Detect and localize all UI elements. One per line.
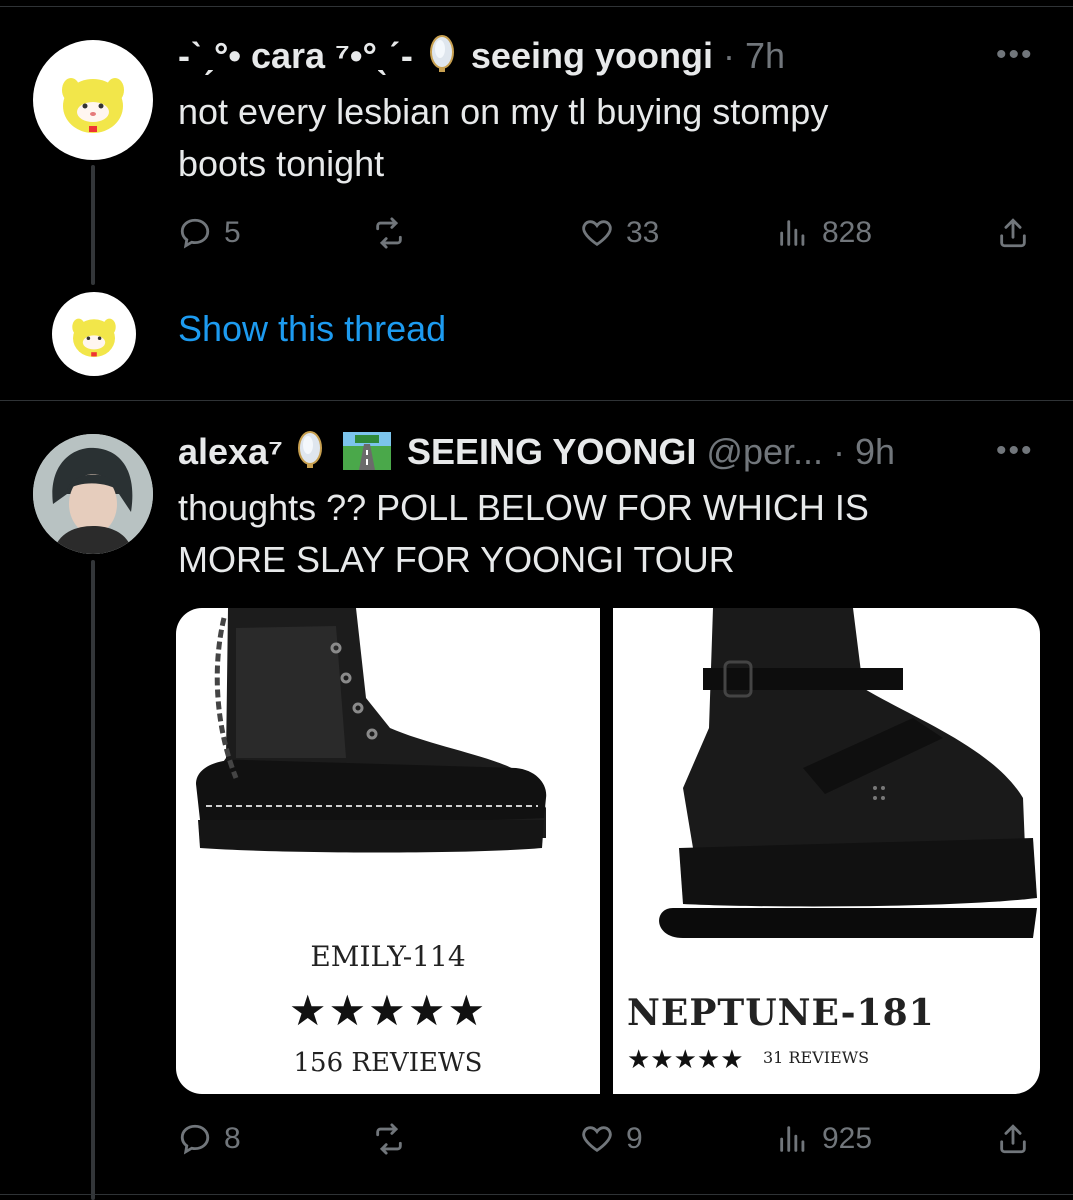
- review-count: 31 REVIEWS: [763, 1048, 870, 1067]
- tweet1-header: -ˋˏ°• cara ⁷•°ˎˊ- seeing yoongi · 7h: [178, 34, 785, 84]
- name-suffix[interactable]: SEEING YOONGI: [407, 431, 696, 472]
- handle[interactable]: @per...: [706, 431, 823, 472]
- more-options-icon[interactable]: •••: [996, 434, 1034, 468]
- thread-connector: [91, 560, 95, 1200]
- retweet-button[interactable]: [372, 216, 418, 250]
- reply-button[interactable]: 5: [178, 216, 241, 250]
- tweet2-header: alexa⁷ SEEING YOONGI @per... · 9h: [178, 430, 895, 480]
- like-count: 33: [626, 216, 660, 249]
- show-thread-link[interactable]: Show this thread: [178, 308, 446, 350]
- display-name[interactable]: alexa⁷: [178, 431, 283, 472]
- tweet-divider: [0, 400, 1073, 401]
- avatar-cara[interactable]: [33, 40, 153, 160]
- product-name: NEPTUNE-181: [627, 992, 935, 1034]
- reply-count: 5: [224, 216, 241, 249]
- person-avatar-icon: [33, 434, 153, 554]
- display-name[interactable]: -ˋˏ°• cara ⁷•°ˎˊ-: [178, 35, 413, 76]
- name-suffix[interactable]: seeing yoongi: [471, 35, 713, 76]
- reply-button[interactable]: 8: [178, 1122, 241, 1156]
- view-count: 925: [822, 1122, 873, 1155]
- timestamp[interactable]: · 9h: [833, 431, 895, 472]
- thread-connector: [91, 165, 95, 285]
- like-count: 9: [626, 1122, 643, 1155]
- like-button[interactable]: 9: [580, 1122, 643, 1156]
- share-button[interactable]: [996, 1122, 1042, 1156]
- heart-icon: [582, 1126, 612, 1153]
- bottom-divider: [0, 1194, 1073, 1195]
- tweet-text-line: thoughts ?? POLL BELOW FOR WHICH IS: [178, 487, 869, 528]
- reply-count: 8: [224, 1122, 241, 1155]
- avatar-cara-small[interactable]: [52, 292, 136, 376]
- timestamp[interactable]: · 7h: [723, 35, 785, 76]
- product-image-neptune[interactable]: NEPTUNE-181 ★★★★★ 31 REVIEWS: [613, 608, 1040, 1094]
- view-count: 828: [822, 216, 873, 249]
- mirror-icon: [297, 430, 323, 480]
- views-icon: [780, 1126, 805, 1152]
- share-button[interactable]: [996, 216, 1042, 250]
- views-button[interactable]: 925: [776, 1122, 872, 1156]
- mirror-icon: [429, 34, 455, 84]
- like-button[interactable]: 33: [580, 216, 659, 250]
- top-divider: [0, 6, 1073, 7]
- reply-icon: [180, 1124, 210, 1155]
- retweet-button[interactable]: [372, 1122, 418, 1156]
- views-icon: [780, 220, 805, 246]
- retweet-icon: [376, 1123, 402, 1155]
- more-options-icon[interactable]: •••: [996, 38, 1034, 72]
- review-count: 156 REVIEWS: [293, 1048, 483, 1078]
- retweet-icon: [376, 217, 402, 249]
- media-card[interactable]: EMILY-114 ★★★★★ 156 REVIEWS NEPTUNE-181 …: [176, 608, 1040, 1094]
- rating-stars: ★★★★★: [288, 987, 488, 1034]
- tweet2-text: thoughts ?? POLL BELOW FOR WHICH IS MORE…: [178, 482, 869, 586]
- rating-stars: ★★★★★: [627, 1044, 744, 1074]
- tweet1-text: not every lesbian on my tl buying stompy…: [178, 86, 828, 190]
- chimmy-avatar-icon: [72, 318, 116, 358]
- share-icon: [1000, 1124, 1026, 1154]
- boot-image: [659, 608, 1037, 938]
- share-icon: [1000, 218, 1026, 248]
- tweet-text-line: not every lesbian on my tl buying stompy: [178, 91, 829, 132]
- tweet-text-line: MORE SLAY FOR YOONGI TOUR: [178, 539, 735, 580]
- chimmy-avatar-icon: [62, 78, 124, 133]
- product-name: EMILY-114: [310, 940, 466, 973]
- motorway-icon: [342, 432, 391, 480]
- tweet-text-line: boots tonight: [178, 143, 385, 184]
- boot-image: [196, 608, 547, 853]
- heart-icon: [582, 220, 612, 247]
- views-button[interactable]: 828: [776, 216, 872, 250]
- reply-icon: [180, 218, 210, 249]
- avatar-alexa[interactable]: [33, 434, 153, 554]
- product-image-emily[interactable]: EMILY-114 ★★★★★ 156 REVIEWS: [176, 608, 600, 1094]
